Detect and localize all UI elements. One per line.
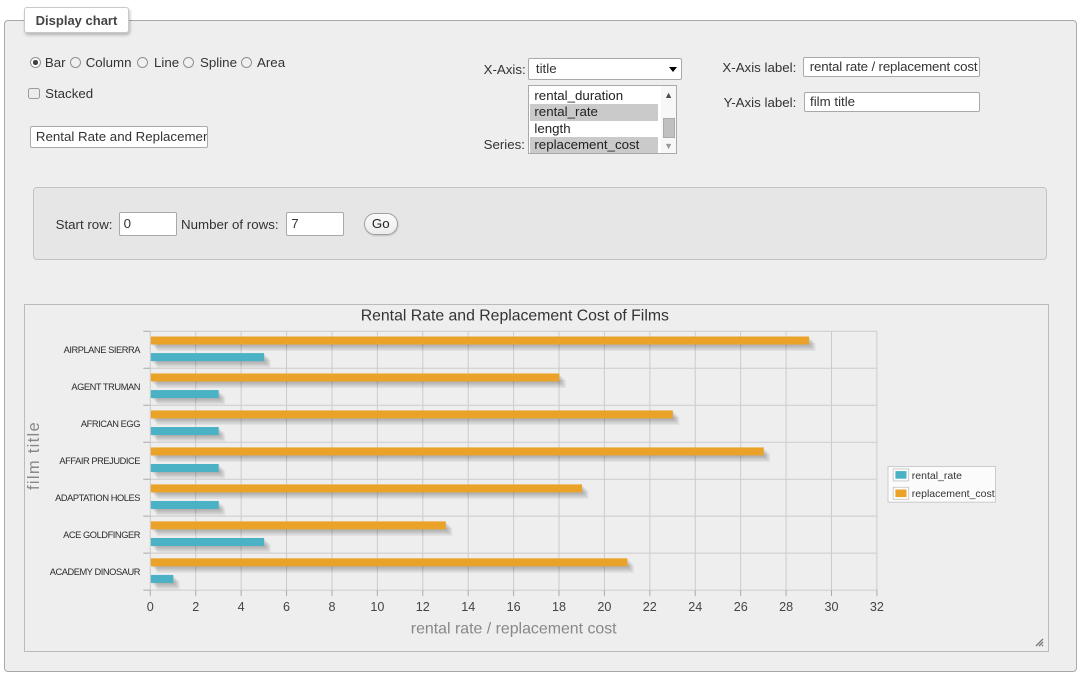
svg-text:2: 2 (192, 600, 199, 614)
svg-text:20: 20 (597, 600, 611, 614)
svg-text:ADAPTATION HOLES: ADAPTATION HOLES (55, 493, 140, 503)
svg-text:4: 4 (238, 600, 245, 614)
svg-text:32: 32 (870, 600, 884, 614)
svg-text:6: 6 (283, 600, 290, 614)
svg-text:12: 12 (416, 600, 430, 614)
svg-text:ACADEMY DINOSAUR: ACADEMY DINOSAUR (50, 567, 141, 577)
svg-text:AGENT TRUMAN: AGENT TRUMAN (71, 382, 140, 392)
svg-text:22: 22 (643, 600, 657, 614)
svg-text:0: 0 (147, 600, 154, 614)
svg-text:24: 24 (688, 600, 702, 614)
svg-text:rental rate / replacement cost: rental rate / replacement cost (411, 621, 617, 638)
svg-text:28: 28 (779, 600, 793, 614)
svg-text:10: 10 (370, 600, 384, 614)
svg-text:film title: film title (25, 421, 43, 490)
svg-text:AFFAIR PREJUDICE: AFFAIR PREJUDICE (59, 456, 140, 466)
svg-text:8: 8 (328, 600, 335, 614)
svg-text:26: 26 (734, 600, 748, 614)
svg-text:14: 14 (461, 600, 475, 614)
svg-text:rental_rate: rental_rate (912, 470, 962, 482)
svg-text:30: 30 (824, 600, 838, 614)
svg-text:AIRPLANE SIERRA: AIRPLANE SIERRA (64, 345, 142, 355)
svg-text:16: 16 (507, 600, 521, 614)
svg-text:ACE GOLDFINGER: ACE GOLDFINGER (63, 530, 141, 540)
svg-text:replacement_cost: replacement_cost (912, 488, 995, 500)
svg-text:AFRICAN EGG: AFRICAN EGG (81, 419, 140, 429)
svg-text:Rental Rate and Replacement Co: Rental Rate and Replacement Cost of Film… (361, 308, 669, 325)
svg-text:18: 18 (552, 600, 566, 614)
